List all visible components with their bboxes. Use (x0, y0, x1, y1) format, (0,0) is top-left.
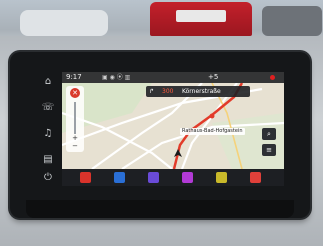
music-button-icon[interactable]: ♫ (41, 128, 55, 140)
apps-grid-icon[interactable] (182, 172, 193, 183)
power-button-icon[interactable]: ⏻ (41, 172, 55, 184)
car-button-icon[interactable]: ▤ (41, 154, 55, 166)
status-icons: ▣ ◉ ⦿ ▥ (102, 74, 131, 81)
turn-arrow-icon: ↱ (149, 88, 155, 95)
outside-temperature: +5 (208, 73, 219, 81)
dark-car (262, 6, 322, 36)
zoom-in-icon[interactable]: + (66, 134, 84, 142)
touchscreen: 9:17 ▣ ◉ ⦿ ▥ +5 ↱ 300 Körnerstraße ✕ + −… (62, 72, 284, 186)
home-button-icon[interactable]: ⌂ (41, 76, 55, 88)
clock: 9:17 (66, 73, 82, 81)
close-icon[interactable]: ✕ (70, 88, 80, 98)
white-car (20, 10, 108, 36)
next-street: Körnerstraße (182, 88, 221, 95)
search-icon[interactable]: ⌕ (262, 128, 276, 140)
phone-icon[interactable] (216, 172, 227, 183)
app-dock (62, 169, 284, 186)
destination-marker (209, 113, 215, 119)
app-red-icon[interactable] (80, 172, 91, 183)
zoom-out-icon[interactable]: − (66, 142, 84, 150)
zoom-slider[interactable] (74, 102, 76, 134)
settings-icon[interactable] (250, 172, 261, 183)
destination-label: Rathaus-Bad-Hofgastein (180, 128, 245, 135)
license-plate (176, 10, 226, 22)
phone-button-icon[interactable]: ☏ (41, 102, 55, 114)
turn-instruction-banner: ↱ 300 Körnerstraße (146, 86, 250, 97)
bezel-chin (26, 200, 294, 218)
flag-icon[interactable] (114, 172, 125, 183)
hardware-buttons: ⌂ ☏ ♫ ▤ ⏻ (38, 72, 60, 187)
red-car (150, 2, 252, 36)
status-bar: 9:17 ▣ ◉ ⦿ ▥ +5 (62, 72, 284, 83)
media-play-icon[interactable] (148, 172, 159, 183)
zoom-control[interactable]: ✕ + − (66, 86, 84, 152)
record-dot-icon (270, 75, 275, 80)
menu-icon[interactable]: ≡ (262, 144, 276, 156)
turn-distance: 300 (162, 88, 174, 95)
